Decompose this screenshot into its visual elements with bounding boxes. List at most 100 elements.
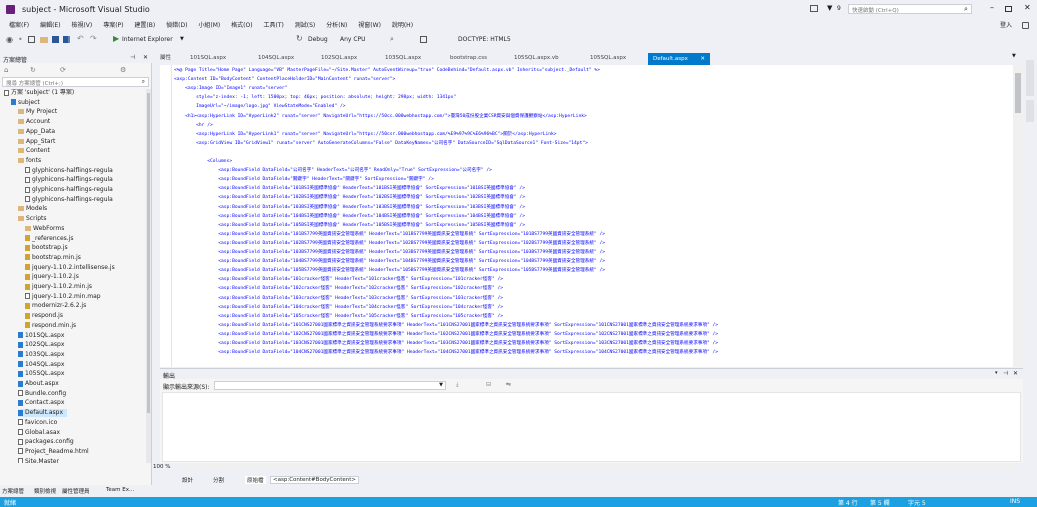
tab-105sql-aspx-vb[interactable]: 105SQL.aspx.vb <box>514 53 559 64</box>
tree-item[interactable]: bootstrap.min.js <box>25 254 81 262</box>
tree-item[interactable]: _references.js <box>25 235 73 243</box>
right-dock-strip[interactable] <box>1023 50 1037 497</box>
sidebar-scrollbar[interactable] <box>146 89 151 473</box>
config-select[interactable]: Debug <box>308 36 328 43</box>
tab-101sql-aspx[interactable]: 101SQL.aspx <box>190 53 226 64</box>
code-line[interactable]: ImageUrl="~/image/logo.jpg" ViewStateMod… <box>174 104 345 110</box>
start-debug-icon[interactable]: ▶ <box>113 34 119 43</box>
tree-item[interactable]: jquery-1.10.2.js <box>25 273 79 281</box>
source-view-button[interactable]: 原始檔 <box>245 476 266 484</box>
tree-item[interactable]: Content <box>18 147 50 155</box>
tree-item[interactable]: Scripts <box>18 215 47 223</box>
split-view-button[interactable]: 分割 <box>213 476 224 484</box>
server-explorer-tab[interactable] <box>1026 60 1034 96</box>
quick-launch-input[interactable]: 快速啟動 (Ctrl+Q) <box>848 4 972 14</box>
code-line[interactable]: <asp:BoundField DataField="102CNS27001國家… <box>174 332 718 338</box>
editor-scroll-thumb[interactable] <box>1015 73 1021 113</box>
tree-item[interactable]: Default.aspx <box>18 409 67 418</box>
toolbox-strip[interactable] <box>152 53 160 485</box>
close-panel-icon[interactable]: ✕ <box>143 54 148 61</box>
menu-team[interactable]: 小組(M) <box>198 20 220 31</box>
tree-item[interactable]: bootstrap.js <box>25 244 68 252</box>
code-line[interactable]: <asp:BoundField DataField="104CNS27001國家… <box>174 350 718 356</box>
tab-default-aspx-active[interactable]: Default.aspx ✕ <box>648 53 710 65</box>
tree-item[interactable]: About.aspx <box>18 380 59 388</box>
output-menu-icon[interactable]: ▾ <box>995 370 998 376</box>
tree-item[interactable]: Project_Readme.html <box>18 448 89 456</box>
code-line[interactable]: <asp:GridView ID="GridView1" runat="serv… <box>174 141 588 147</box>
menu-tools[interactable]: 工具(T) <box>264 20 284 31</box>
tab-104sql-aspx[interactable]: 104SQL.aspx <box>258 53 294 64</box>
menu-edit[interactable]: 編輯(E) <box>40 20 60 31</box>
tree-item[interactable]: glyphicons-halflings-regula <box>25 176 113 184</box>
code-line[interactable]: <asp:BoundField DataField="101CNS27001國家… <box>174 323 718 329</box>
tree-item[interactable]: glyphicons-halflings-regula <box>25 167 113 175</box>
chevron-down-icon[interactable]: ▼ <box>180 36 184 42</box>
redo-icon[interactable]: ↷ <box>90 34 97 43</box>
tree-item[interactable]: WebForms <box>25 225 64 233</box>
tab-bootstrap-css[interactable]: bootstrap.css <box>450 53 487 64</box>
code-line[interactable]: <asp:BoundField DataField="101BS7799英國資訊… <box>174 232 605 238</box>
open-folder-icon[interactable] <box>40 37 48 43</box>
tree-item[interactable]: 104SQL.aspx <box>18 361 64 369</box>
tree-item[interactable]: Bundle.config <box>18 390 66 398</box>
tree-item[interactable]: jquery-1.10.2.min.map <box>25 293 101 301</box>
footer-tab-property-manager[interactable]: 屬性管理員 <box>62 487 90 495</box>
toolbox-tab[interactable] <box>1026 100 1034 122</box>
find-message-icon[interactable]: ⤓ <box>456 381 459 389</box>
pin-icon[interactable]: ⊣ <box>130 54 135 61</box>
tree-item[interactable]: 101SQL.aspx <box>18 332 64 340</box>
settings-icon[interactable]: ⚙ <box>120 66 126 74</box>
close-icon[interactable]: ✕ <box>1024 3 1031 12</box>
menu-analyze[interactable]: 分析(N) <box>326 20 347 31</box>
tab-105sql-aspx[interactable]: 105SQL.aspx <box>590 53 626 64</box>
tab-103sql-aspx[interactable]: 103SQL.aspx <box>385 53 421 64</box>
tree-item[interactable]: 103SQL.aspx <box>18 351 64 359</box>
code-line[interactable]: <asp:BoundField DataField="102cracker怪客"… <box>174 286 503 292</box>
code-line[interactable]: style="z-index: -1; left: 1500px; top: 4… <box>174 95 456 101</box>
tree-item[interactable]: subject <box>11 99 40 107</box>
code-line[interactable]: <asp:BoundField DataField="101cracker怪客"… <box>174 277 503 283</box>
save-all-icon[interactable] <box>63 36 70 43</box>
doctype-label[interactable]: DOCTYPE: HTML5 <box>458 36 511 43</box>
menu-format[interactable]: 格式(O) <box>231 20 252 31</box>
code-line[interactable]: <asp:BoundField DataField="103CNS27001國家… <box>174 341 718 347</box>
footer-tab-solution-explorer[interactable]: 方案總管 <box>2 487 24 495</box>
menu-debug[interactable]: 偵錯(D) <box>166 20 187 31</box>
code-line[interactable]: <asp:BoundField DataField="103BSI英國標準協會"… <box>174 205 525 211</box>
tab-overflow-icon[interactable]: ▼ <box>1012 53 1016 59</box>
design-view-button[interactable]: 設計 <box>182 476 193 484</box>
home-icon[interactable]: ⌂ <box>4 66 8 74</box>
code-line[interactable]: <asp:BoundField DataField="102BSI英國標準協會"… <box>174 195 525 201</box>
format-icon[interactable] <box>420 36 427 43</box>
code-line[interactable]: <Columns> <box>174 159 232 165</box>
tree-item[interactable]: My Project <box>18 108 57 116</box>
editor-vscrollbar[interactable] <box>1013 65 1023 367</box>
code-line[interactable]: <%@ Page Title="Home Page" Language="VB"… <box>174 68 600 74</box>
forward-icon[interactable]: • <box>18 35 23 44</box>
zoom-level[interactable]: 100 % <box>153 464 170 470</box>
code-line[interactable]: <asp:Content ID="BodyContent" ContentPla… <box>174 77 395 83</box>
tree-item[interactable]: Global.asax <box>18 429 60 437</box>
code-line[interactable]: <asp:BoundField DataField="105BS7799英國資訊… <box>174 268 605 274</box>
solution-search-input[interactable]: 搜尋 方案總管 (Ctrl+;) ⌕ <box>2 77 149 87</box>
menu-help[interactable]: 說明(H) <box>392 20 413 31</box>
minimize-icon[interactable]: – <box>990 3 994 12</box>
code-line[interactable]: <asp:BoundField DataField="公司名字" HeaderT… <box>174 168 492 174</box>
tab-102sql-aspx[interactable]: 102SQL.aspx <box>321 53 357 64</box>
menu-file[interactable]: 檔案(F) <box>9 20 29 31</box>
menu-window[interactable]: 視窗(W) <box>358 20 381 31</box>
tree-item[interactable]: respond.min.js <box>25 322 76 330</box>
tree-item[interactable]: glyphicons-halflings-regula <box>25 186 113 194</box>
back-icon[interactable]: ◉ <box>6 35 13 44</box>
output-text-area[interactable] <box>162 392 1021 462</box>
feedback-icon[interactable] <box>810 5 818 12</box>
output-pin-icon[interactable]: ⊣ <box>1003 370 1008 377</box>
code-line[interactable]: <asp:BoundField DataField="102BS7799英國資訊… <box>174 241 605 247</box>
tree-item[interactable]: Account <box>18 118 50 126</box>
feedback-smiley-icon[interactable] <box>1022 22 1029 29</box>
new-project-icon[interactable] <box>28 36 35 43</box>
tree-item[interactable]: modernizr-2.6.2.js <box>25 302 86 310</box>
menu-build[interactable]: 建置(B) <box>134 20 155 31</box>
code-line[interactable]: <hr /> <box>174 123 213 129</box>
